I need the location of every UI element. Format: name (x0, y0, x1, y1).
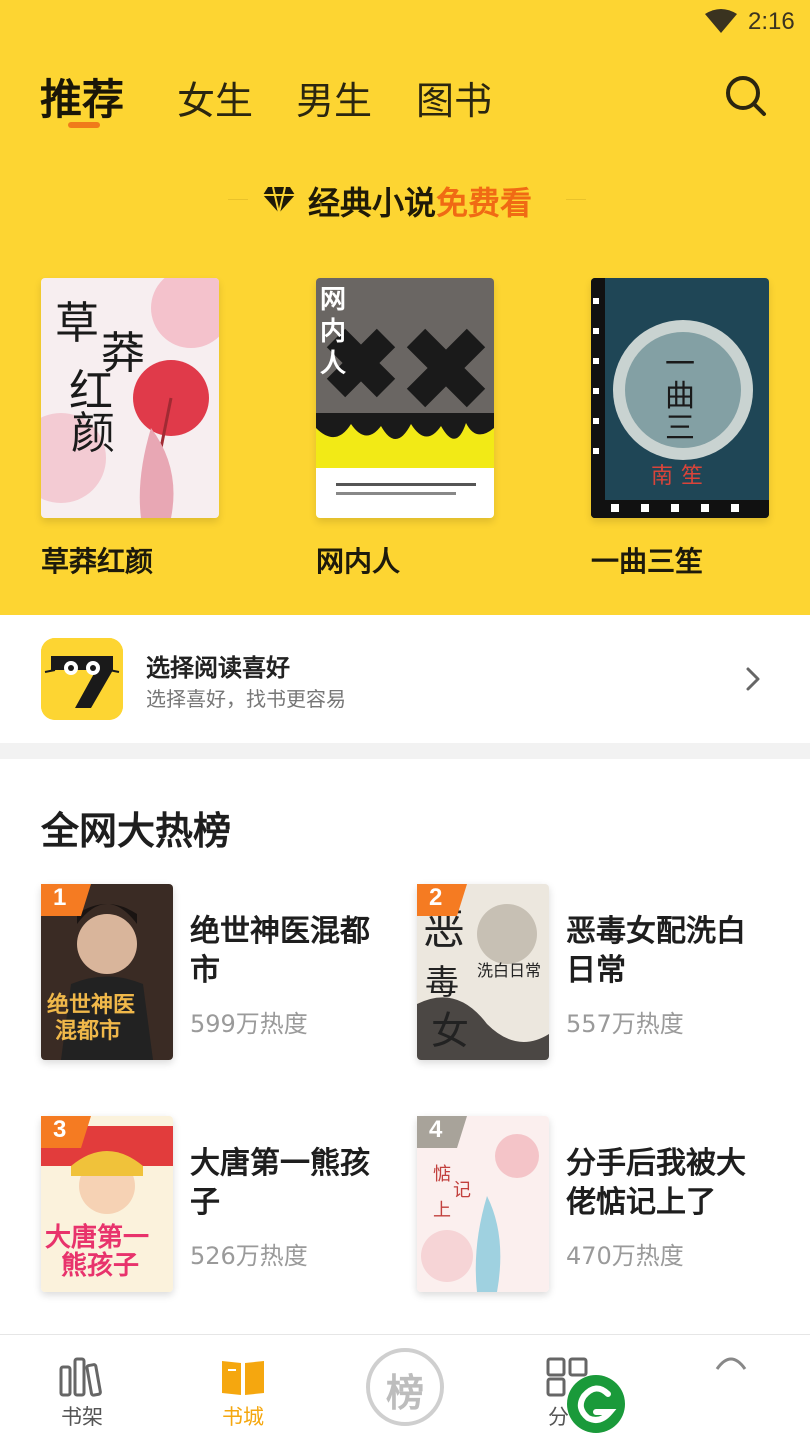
tab-recommend[interactable]: 推荐 (40, 66, 124, 127)
rank-badge: 3 (41, 1116, 91, 1148)
svg-text:绝世神医: 绝世神医 (47, 992, 135, 1018)
book-title: 草莽红颜 (41, 545, 154, 578)
svg-text:三: 三 (665, 411, 695, 446)
book-cover[interactable]: 网 内 人 (316, 278, 494, 518)
app-logo-icon (41, 638, 123, 720)
svg-text:曲: 曲 (665, 379, 695, 414)
svg-text:大唐第一: 大唐第一 (45, 1222, 149, 1253)
svg-text:内: 内 (320, 317, 346, 347)
book-title: 一曲三笙 (591, 545, 704, 578)
chevron-right-icon[interactable] (740, 665, 766, 693)
svg-text:上: 上 (433, 1200, 451, 1221)
ranking-book-name: 恶毒女配洗白日常 (566, 914, 746, 988)
ranking-heat: 526万热度 (190, 1242, 308, 1270)
svg-text:洗白日常: 洗白日常 (477, 961, 541, 980)
tab-female[interactable]: 女生 (177, 70, 253, 125)
nav-bookstore[interactable]: 书城 (198, 1335, 288, 1440)
section-divider (0, 743, 810, 759)
reading-preference-row[interactable]: 选择阅读喜好 选择喜好，找书更容易 (0, 615, 810, 743)
rank-badge: 2 (417, 884, 467, 916)
svg-text:惦: 惦 (433, 1164, 451, 1185)
preference-title: 选择阅读喜好 (146, 654, 290, 682)
diamond-icon (263, 186, 295, 214)
ranking-book-name: 大唐第一熊孩子 (190, 1146, 370, 1220)
svg-text:毒: 毒 (425, 963, 459, 1003)
rank-badge: 4 (417, 1116, 467, 1148)
svg-text:混都市: 混都市 (55, 1018, 121, 1044)
wifi-icon (705, 9, 737, 33)
rank-icon: 榜 (385, 1370, 424, 1415)
active-tab-indicator (68, 122, 100, 128)
promo-text: 经典小说免费看 (308, 184, 533, 222)
ranking-heat: 599万热度 (190, 1010, 308, 1038)
status-time: 2:16 (748, 8, 795, 35)
preference-subtitle: 选择喜好，找书更容易 (146, 687, 346, 711)
featured-book[interactable]: 草 莽 红 颜 草莽红颜 (41, 278, 221, 580)
svg-text:颜: 颜 (71, 408, 115, 459)
ranking-item[interactable]: 恶 毒 女 洗白日常 2 恶毒女配洗白日常 557万热度 (417, 884, 777, 1062)
ranking-item[interactable]: 大唐第一 熊孩子 3 大唐第一熊孩子 526万热度 (41, 1116, 401, 1294)
floating-logo-icon[interactable] (566, 1374, 626, 1434)
ranking-heat: 470万热度 (566, 1242, 684, 1270)
promo-banner[interactable]: 经典小说免费看 (0, 176, 810, 224)
svg-text:网: 网 (320, 285, 346, 315)
ranking-item[interactable]: 绝世神医 混都市 1 绝世神医混都市 599万热度 (41, 884, 401, 1062)
nav-label: 书城 (222, 1405, 264, 1429)
promo-divider-left (228, 199, 248, 200)
search-icon[interactable] (724, 74, 768, 118)
rank-badge: 1 (41, 884, 91, 916)
ranking-item[interactable]: 惦 记 上 4 分手后我被大佬惦记上了 470万热度 (417, 1116, 777, 1294)
featured-book[interactable]: 网 内 人 网内人 (316, 278, 496, 580)
top-tabs: 推荐 女生 男生 图书 (40, 64, 770, 134)
profile-icon[interactable] (714, 1355, 748, 1371)
svg-text:熊孩子: 熊孩子 (61, 1250, 139, 1281)
book-title: 网内人 (316, 545, 401, 578)
ranking-heat: 557万热度 (566, 1010, 684, 1038)
tab-books[interactable]: 图书 (416, 70, 492, 125)
header-hero: 2:16 推荐 女生 男生 图书 经典小说免费看 草 莽 红 颜 草莽红颜 网 … (0, 0, 810, 615)
nav-bookshelf[interactable]: 书架 (37, 1335, 127, 1440)
ranking-book-name: 分手后我被大佬惦记上了 (566, 1146, 746, 1220)
featured-book[interactable]: 一 曲 三 南 笙 一曲三笙 (591, 278, 771, 580)
book-cover[interactable]: 一 曲 三 南 笙 (591, 278, 769, 518)
book-cover[interactable]: 草 莽 红 颜 (41, 278, 219, 518)
svg-text:一: 一 (665, 347, 695, 382)
ranking-book-name: 绝世神医混都市 (190, 914, 370, 988)
nav-label: 书架 (61, 1405, 103, 1429)
svg-text:南: 南 (651, 464, 673, 489)
svg-text:笙: 笙 (681, 464, 703, 489)
tab-male[interactable]: 男生 (296, 70, 372, 125)
ranking-title: 全网大热榜 (41, 809, 232, 853)
svg-text:女: 女 (431, 1009, 469, 1053)
promo-divider-right (566, 199, 586, 200)
book-open-icon (222, 1361, 264, 1395)
svg-text:记: 记 (453, 1180, 471, 1201)
nav-rank-button[interactable]: 榜 (366, 1348, 444, 1426)
svg-text:草: 草 (55, 298, 99, 349)
svg-text:人: 人 (320, 349, 346, 379)
bookshelf-icon (59, 1357, 102, 1397)
status-bar: 2:16 (0, 0, 810, 44)
